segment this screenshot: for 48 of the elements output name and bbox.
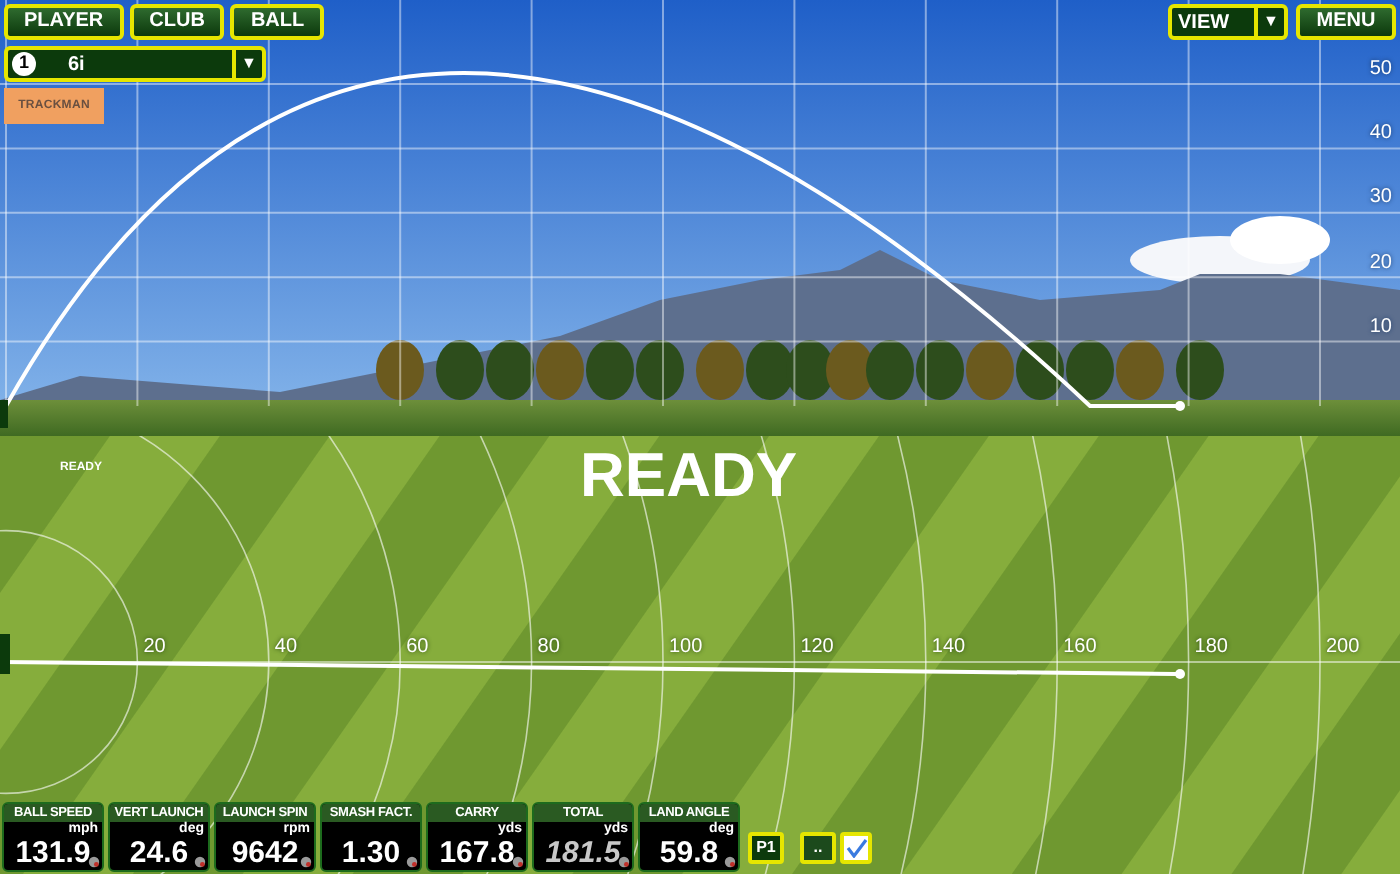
distance-tick-label: 120 xyxy=(800,638,834,658)
distance-tick-label: 160 xyxy=(1063,638,1097,658)
ball-icon xyxy=(88,856,100,868)
dropdown-button[interactable]: ▼ xyxy=(232,50,262,78)
tee-marker xyxy=(0,634,10,674)
ball-icon xyxy=(406,856,418,868)
toolbar-button[interactable]: CLUB xyxy=(129,4,225,40)
stat-value: 59.8 xyxy=(659,838,719,870)
ball-icon xyxy=(724,856,736,868)
ball-icon xyxy=(512,856,524,868)
distance-tick-label: 180 xyxy=(1194,638,1228,658)
tee-marker xyxy=(0,400,8,428)
view-selector[interactable]: VIEW ▼ xyxy=(1168,4,1288,40)
p1-button[interactable]: P1 xyxy=(748,832,784,864)
ball-icon xyxy=(618,856,630,868)
ball-rest-dot xyxy=(1175,401,1185,411)
dropdown-button[interactable]: ▼ xyxy=(1254,8,1284,36)
ball-icon xyxy=(194,856,206,868)
checkbox[interactable] xyxy=(840,832,872,864)
stat-value: 9642 xyxy=(231,838,299,870)
stat-value: 131.9 xyxy=(15,838,91,870)
distance-tick-label: 100 xyxy=(669,638,703,658)
more-button[interactable]: .. xyxy=(800,832,836,864)
club-name: 6i xyxy=(68,51,87,79)
distance-tick-label: 40 xyxy=(274,638,298,658)
toolbar-button[interactable]: PLAYER xyxy=(4,4,124,40)
distance-tick-label: 140 xyxy=(931,638,966,658)
distance-tick-label: 200 xyxy=(1326,638,1360,658)
stat-value: 181.5 xyxy=(545,838,621,870)
height-tick-label: 30 xyxy=(1369,188,1392,209)
distance-tick-label: 80 xyxy=(537,638,560,658)
toolbar-button[interactable]: MENU xyxy=(1296,4,1396,40)
toolbar-button[interactable]: BALL xyxy=(230,4,325,40)
distance-tick-label: 20 xyxy=(143,638,166,658)
stat-value: 24.6 xyxy=(129,838,189,870)
ball-rest-dot xyxy=(1175,669,1185,679)
height-tick-label: 40 xyxy=(1369,124,1392,145)
view-label: VIEW xyxy=(1176,9,1232,37)
height-tick-label: 50 xyxy=(1369,60,1392,80)
height-tick-label: 10 xyxy=(1369,317,1392,338)
height-tick-label: 20 xyxy=(1369,253,1392,274)
ball-icon xyxy=(300,856,312,868)
distance-tick-label: 60 xyxy=(406,638,429,658)
stat-value: 1.30 xyxy=(341,838,401,870)
stat-value: 167.8 xyxy=(439,838,515,870)
player-number: 1 xyxy=(12,52,36,76)
club-selector[interactable]: 1 6i ▼ xyxy=(4,46,266,82)
check-icon xyxy=(845,838,867,858)
